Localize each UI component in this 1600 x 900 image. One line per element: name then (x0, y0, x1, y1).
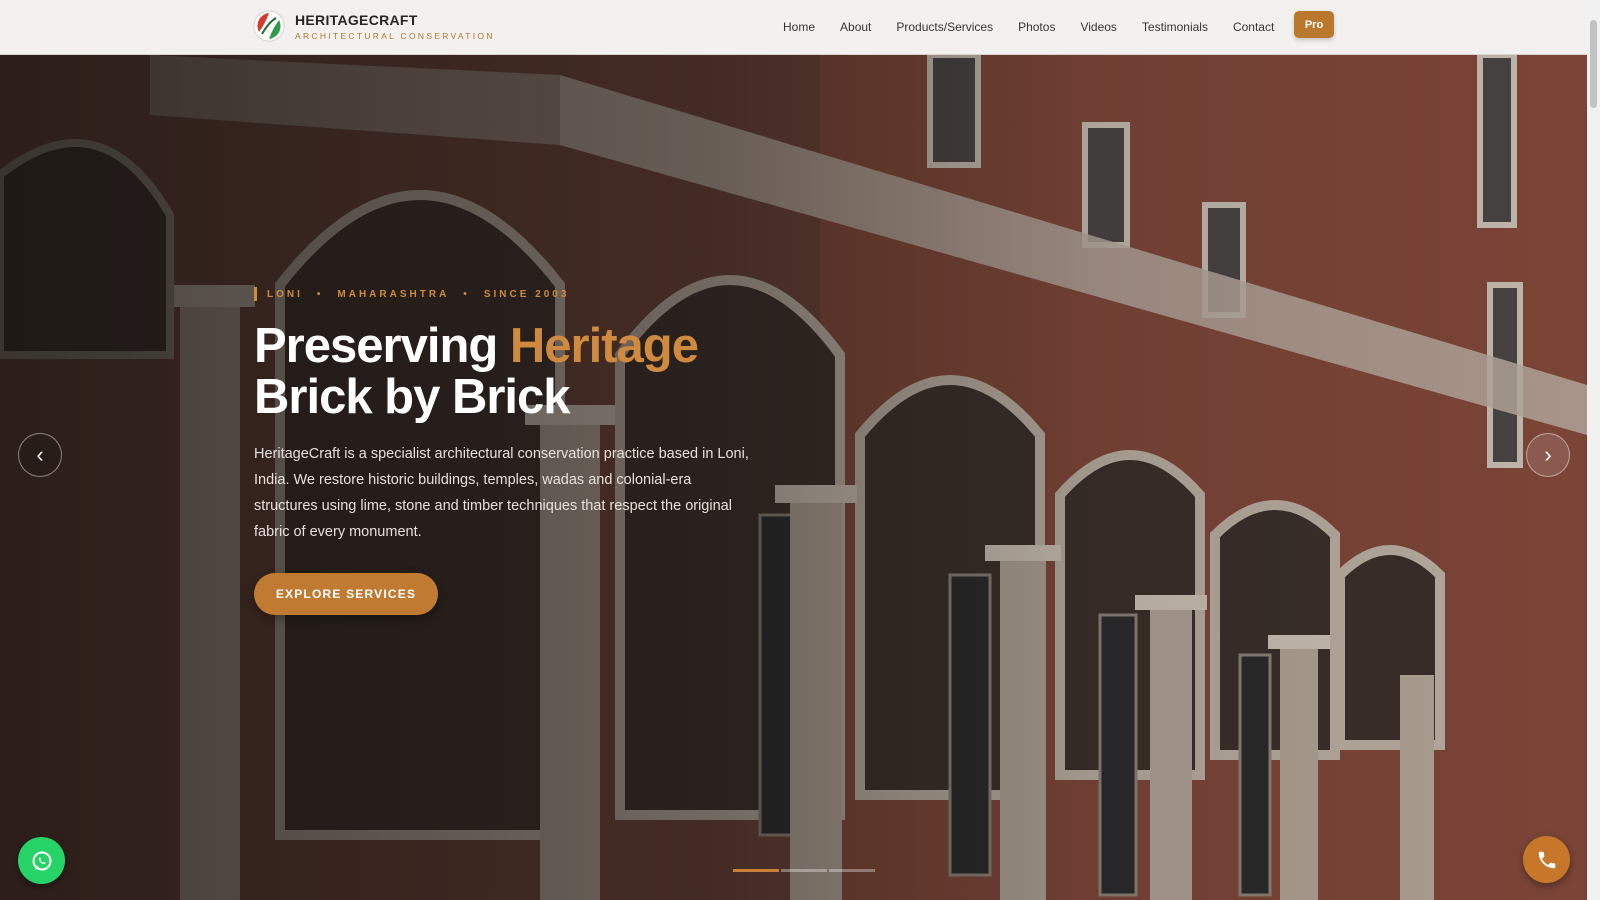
nav-videos[interactable]: Videos (1080, 20, 1116, 34)
hero-slider: LONI • MAHARASHTRA • SINCE 2003 Preservi… (0, 55, 1587, 900)
kicker-separator: • (463, 288, 470, 300)
hero-headline: Preserving Heritage Brick by Brick (254, 321, 774, 423)
heritagecraft-logo-icon (253, 10, 285, 42)
brand-tagline: ARCHITECTURAL CONSERVATION (295, 30, 495, 41)
phone-icon[interactable] (1523, 836, 1570, 883)
kicker-separator: • (316, 288, 324, 300)
hero-kicker: LONI • MAHARASHTRA • SINCE 2003 (254, 287, 774, 301)
nav-products-services[interactable]: Products/Services (896, 20, 993, 34)
kicker-region: MAHARASHTRA (337, 288, 450, 300)
hero-overlay (0, 55, 1587, 900)
slide-indicator-3[interactable] (829, 869, 875, 872)
slide-indicator-1[interactable] (733, 869, 779, 872)
headline-line2: Brick by Brick (254, 370, 571, 424)
kicker-place: LONI (267, 288, 303, 300)
brand[interactable]: HERITAGECRAFT ARCHITECTURAL CONSERVATION (253, 10, 495, 42)
hero-content: LONI • MAHARASHTRA • SINCE 2003 Preservi… (254, 287, 774, 615)
hero-lead: HeritageCraft is a specialist architectu… (254, 446, 749, 540)
nav-home[interactable]: Home (783, 20, 815, 34)
main-nav: Home About Products/Services Photos Vide… (783, 20, 1299, 34)
page-scrollbar[interactable] (1587, 0, 1600, 900)
headline-accent: Heritage (509, 319, 699, 373)
scrollbar-thumb[interactable] (1590, 20, 1597, 108)
chevron-right-icon[interactable]: › (1526, 433, 1570, 477)
whatsapp-icon[interactable] (18, 837, 65, 884)
site-header: HERITAGECRAFT ARCHITECTURAL CONSERVATION… (0, 0, 1587, 55)
pro-button[interactable]: Pro (1294, 11, 1334, 38)
explore-services-button[interactable]: EXPLORE SERVICES (254, 573, 438, 615)
brand-name: HERITAGECRAFT (295, 11, 418, 28)
nav-about[interactable]: About (840, 20, 871, 34)
headline-part1: Preserving (254, 319, 510, 373)
kicker-since: SINCE 2003 (483, 288, 570, 300)
nav-contact[interactable]: Contact (1233, 20, 1274, 34)
slide-indicator-2[interactable] (781, 869, 827, 872)
slider-pagination (733, 869, 877, 872)
chevron-left-icon[interactable]: ‹ (18, 433, 62, 477)
nav-testimonials[interactable]: Testimonials (1142, 20, 1208, 34)
nav-photos[interactable]: Photos (1018, 20, 1055, 34)
